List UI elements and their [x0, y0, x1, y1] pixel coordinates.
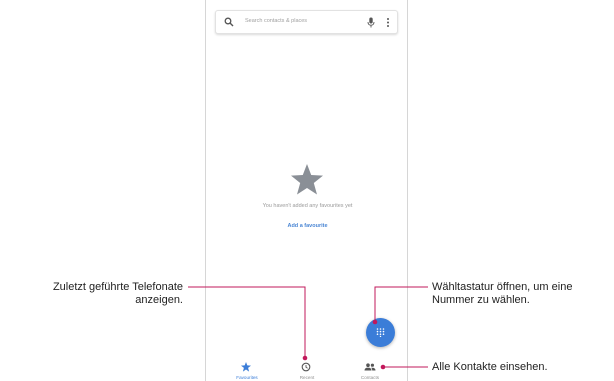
star-icon — [291, 164, 323, 195]
tab-contacts-label: Contacts — [360, 375, 380, 380]
callout-recent-line1: Zuletzt geführte Telefonate — [52, 281, 183, 293]
add-favourite-link[interactable]: Add a favourite — [206, 223, 409, 229]
phone-screen: Search contacts & places You haven't add… — [205, 0, 408, 381]
tab-favourites-label: Favourites — [236, 375, 258, 380]
microphone-icon[interactable] — [367, 17, 375, 28]
search-icon — [224, 17, 234, 27]
callout-dialpad-line2: Nummer zu wählen. — [432, 294, 530, 306]
clock-icon — [301, 362, 311, 372]
dialpad-icon — [376, 328, 385, 337]
callout-recent-line2: anzeigen. — [135, 294, 183, 306]
tab-recent[interactable]: Recent — [277, 357, 337, 381]
search-input[interactable]: Search contacts & places — [245, 18, 307, 24]
more-options-icon[interactable] — [386, 17, 390, 28]
callout-dialpad: Wähltastatur öffnen, um eine Nummer zu w… — [432, 281, 572, 307]
tab-contacts[interactable]: Contacts — [340, 357, 400, 381]
callout-recent: Zuletzt geführte Telefonate anzeigen. — [2, 281, 183, 307]
callout-contacts-text: Alle Kontakte einsehen. — [432, 361, 548, 373]
empty-state-message: You haven't added any favourites yet — [262, 203, 353, 209]
people-icon — [364, 363, 376, 371]
star-icon — [241, 362, 251, 372]
callout-dialpad-line1: Wähltastatur öffnen, um eine — [432, 281, 573, 293]
dialpad-button[interactable] — [366, 318, 395, 347]
tab-favourites[interactable]: Favourites — [217, 357, 277, 381]
callout-contacts: Alle Kontakte einsehen. — [432, 361, 548, 374]
search-bar[interactable]: Search contacts & places — [215, 10, 398, 34]
tab-recent-label: Recent — [299, 375, 315, 380]
